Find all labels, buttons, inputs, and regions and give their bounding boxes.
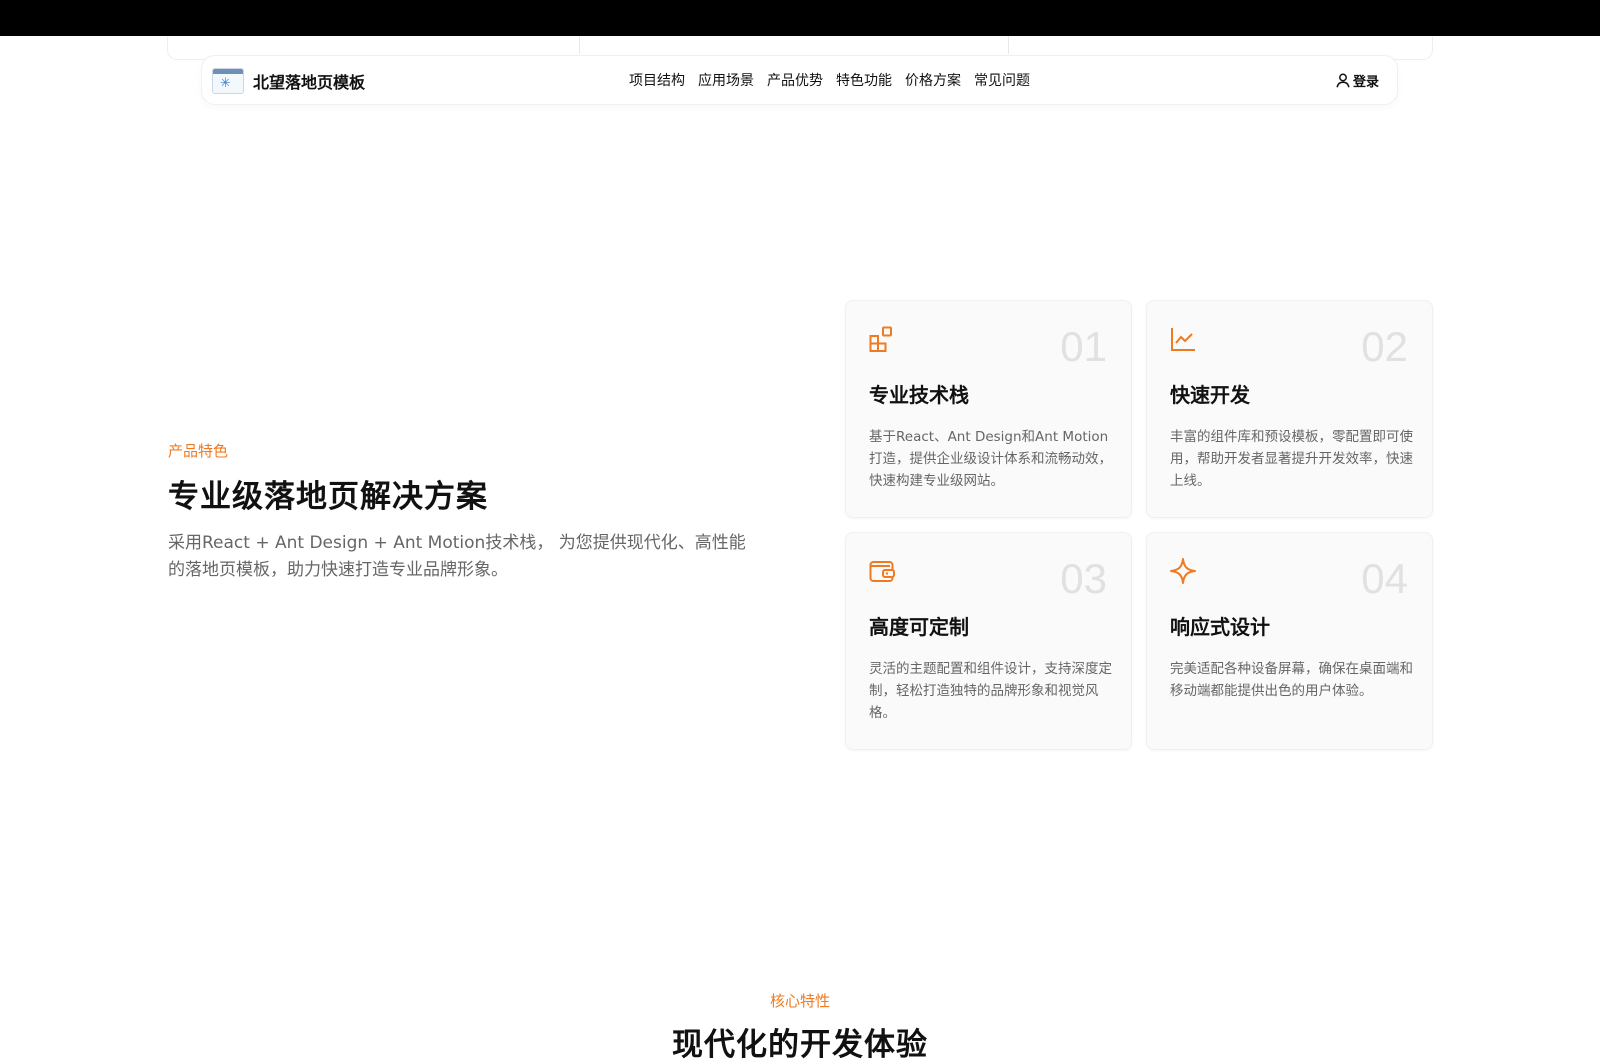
card-number: 02 [1361, 323, 1408, 370]
card-number: 04 [1361, 555, 1408, 602]
brand-name: 北望落地页模板 [253, 73, 366, 92]
blocks-icon [869, 326, 892, 352]
main-nav: 项目结构 应用场景 产品优势 特色功能 价格方案 常见问题 [629, 56, 1043, 104]
nav-link-pricing[interactable]: 价格方案 [905, 70, 961, 90]
feature-card-customizable: 03 高度可定制 灵活的主题配置和组件设计，支持深度定制，轻松打造独特的品牌形象… [845, 532, 1132, 750]
features-intro: 产品特色 专业级落地页解决方案 采用React + Ant Design + A… [168, 440, 758, 584]
logo-icon: ✳ [212, 68, 244, 94]
section-eyebrow: 产品特色 [168, 442, 229, 460]
section-title: 专业级落地页解决方案 [168, 479, 488, 515]
card-description: 灵活的主题配置和组件设计，支持深度定制，轻松打造独特的品牌形象和视觉风格。 [869, 661, 1112, 721]
line-chart-icon [1171, 328, 1195, 351]
nav-link-advantages[interactable]: 产品优势 [767, 70, 823, 90]
card-description: 完美适配各种设备屏幕，确保在桌面端和移动端都能提供出色的用户体验。 [1170, 661, 1413, 699]
login-button[interactable]: 登录 [1336, 56, 1379, 104]
card-number: 03 [1060, 555, 1107, 602]
top-navbar: ✳ 北望落地页模板 项目结构 应用场景 产品优势 特色功能 价格方案 常见问题 … [201, 55, 1398, 105]
card-description: 丰富的组件库和预设模板，零配置即可使用，帮助开发者显著提升开发效率，快速上线。 [1170, 429, 1413, 489]
card-title: 专业技术栈 [869, 383, 969, 407]
section-description: 采用React + Ant Design + Ant Motion技术栈， 为您… [168, 533, 746, 580]
nav-link-scenarios[interactable]: 应用场景 [698, 70, 754, 90]
section-eyebrow: 核心特性 [769, 992, 830, 1010]
sparkle-icon [1170, 558, 1196, 584]
divider [1008, 36, 1009, 54]
card-title: 高度可定制 [869, 615, 969, 639]
feature-card-fast-dev: 02 快速开发 丰富的组件库和预设模板，零配置即可使用，帮助开发者显著提升开发效… [1146, 300, 1433, 518]
card-title: 响应式设计 [1170, 615, 1270, 639]
nav-link-features[interactable]: 特色功能 [836, 70, 892, 90]
nav-link-faq[interactable]: 常见问题 [974, 70, 1030, 90]
nav-link-project-structure[interactable]: 项目结构 [629, 70, 685, 90]
user-icon [1336, 73, 1350, 87]
core-features-section: 核心特性 现代化的开发体验 [0, 990, 1600, 1064]
wallet-icon [869, 561, 895, 582]
section-title: 现代化的开发体验 [672, 1027, 928, 1063]
feature-card-tech-stack: 01 专业技术栈 基于React、Ant Design和Ant Motion打造… [845, 300, 1132, 518]
card-title: 快速开发 [1170, 383, 1250, 407]
login-label: 登录 [1352, 74, 1379, 90]
divider [579, 36, 580, 54]
feature-card-responsive: 04 响应式设计 完美适配各种设备屏幕，确保在桌面端和移动端都能提供出色的用户体… [1146, 532, 1433, 750]
brand[interactable]: ✳ 北望落地页模板 [212, 67, 365, 95]
card-number: 01 [1060, 323, 1107, 370]
browser-top-bar [0, 0, 1600, 36]
card-description: 基于React、Ant Design和Ant Motion打造，提供企业级设计体… [869, 429, 1112, 489]
